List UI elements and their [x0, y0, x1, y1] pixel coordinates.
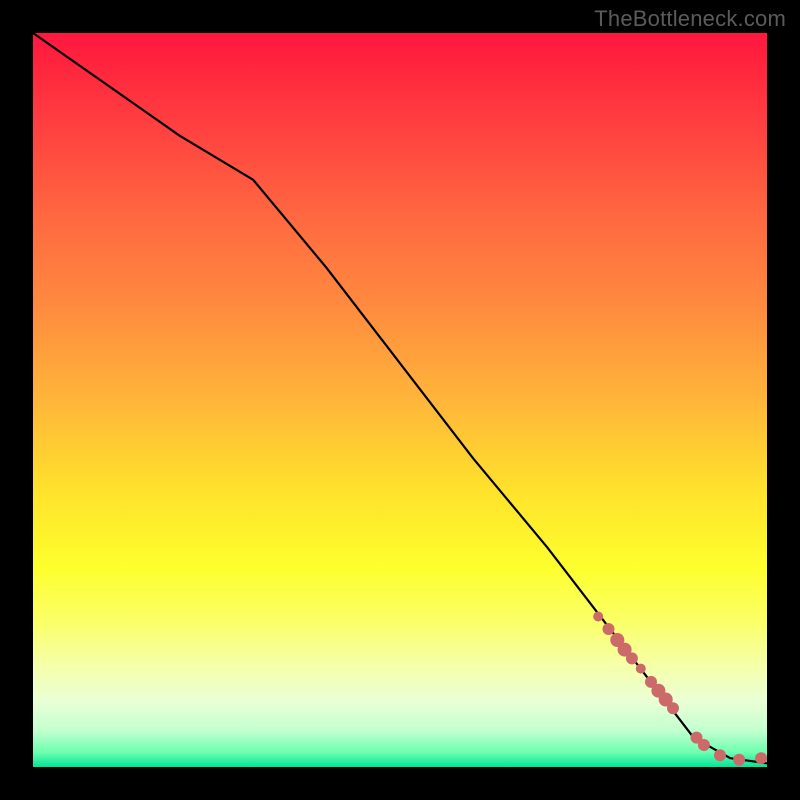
marker-group — [593, 612, 767, 766]
marker-dot — [714, 749, 726, 761]
marker-dot — [755, 752, 767, 764]
marker-dot — [603, 623, 615, 635]
chart-frame: TheBottleneck.com — [0, 0, 800, 800]
chart-svg — [33, 33, 767, 767]
bottleneck-line — [33, 33, 767, 763]
watermark-text: TheBottleneck.com — [594, 6, 786, 32]
marker-dot — [636, 664, 646, 674]
marker-dot — [667, 702, 679, 714]
marker-dot — [626, 652, 638, 664]
marker-dot — [698, 739, 710, 751]
marker-dot — [593, 612, 603, 622]
marker-dot — [733, 754, 745, 766]
